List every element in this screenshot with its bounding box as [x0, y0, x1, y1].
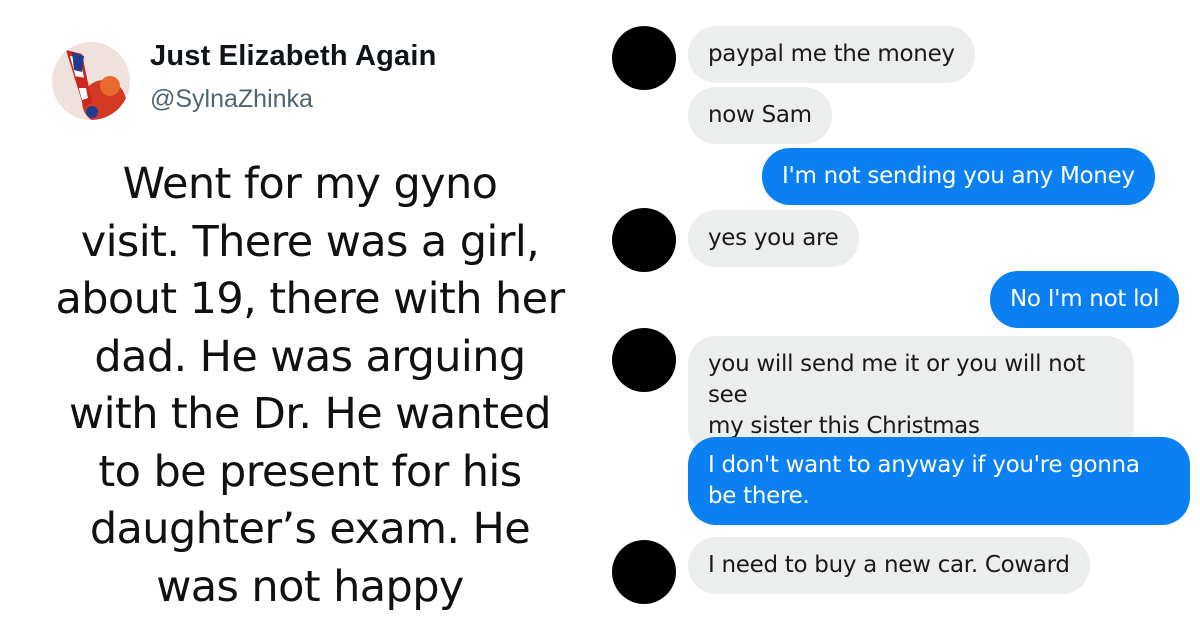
incoming-message: I need to buy a new car. Coward	[688, 537, 1090, 594]
tweet-text-line: was not happy	[156, 561, 464, 612]
author-display-name[interactable]: Just Elizabeth Again	[150, 40, 437, 73]
contact-avatar	[612, 208, 676, 272]
author-handle[interactable]: @SylnaZhinka	[150, 85, 313, 114]
incoming-message: paypal me the money	[688, 26, 975, 83]
message-line: I don't want to anyway if you're gonna	[708, 452, 1140, 478]
outgoing-message: No I'm not lol	[990, 271, 1180, 328]
tweet-text-line: Went for my gyno	[122, 159, 498, 209]
contact-avatar	[612, 26, 676, 90]
tweet-text-line: with the Dr. He wanted	[69, 389, 552, 439]
tweet-text-line: dad. He was arguing	[94, 331, 526, 382]
tweet-text-line: to be present for his	[98, 446, 522, 497]
contact-avatar	[612, 328, 676, 392]
contact-avatar	[612, 540, 676, 604]
tweet-text-line: daughter’s exam. He	[89, 504, 531, 554]
outgoing-message: I'm not sending you any Money	[762, 148, 1155, 205]
message-line: you will send me it or you will not see	[708, 351, 1085, 408]
incoming-message: now Sam	[688, 87, 832, 144]
message-line: be there.	[708, 483, 810, 509]
chat-thread: paypal me the money now Sam I'm not send…	[600, 0, 1200, 630]
tweet-text-line: visit. There was a girl,	[80, 216, 540, 267]
tweet-text-line: about 19, there with her	[55, 274, 565, 324]
outgoing-message: I don't want to anyway if you're gonna b…	[688, 437, 1190, 525]
profile-avatar-icon[interactable]	[52, 42, 130, 120]
incoming-message: yes you are	[688, 210, 859, 267]
tweet-text: Went for my gyno visit. There was a girl…	[30, 156, 590, 616]
tweet-card: Just Elizabeth Again @SylnaZhinka Went f…	[0, 0, 600, 630]
